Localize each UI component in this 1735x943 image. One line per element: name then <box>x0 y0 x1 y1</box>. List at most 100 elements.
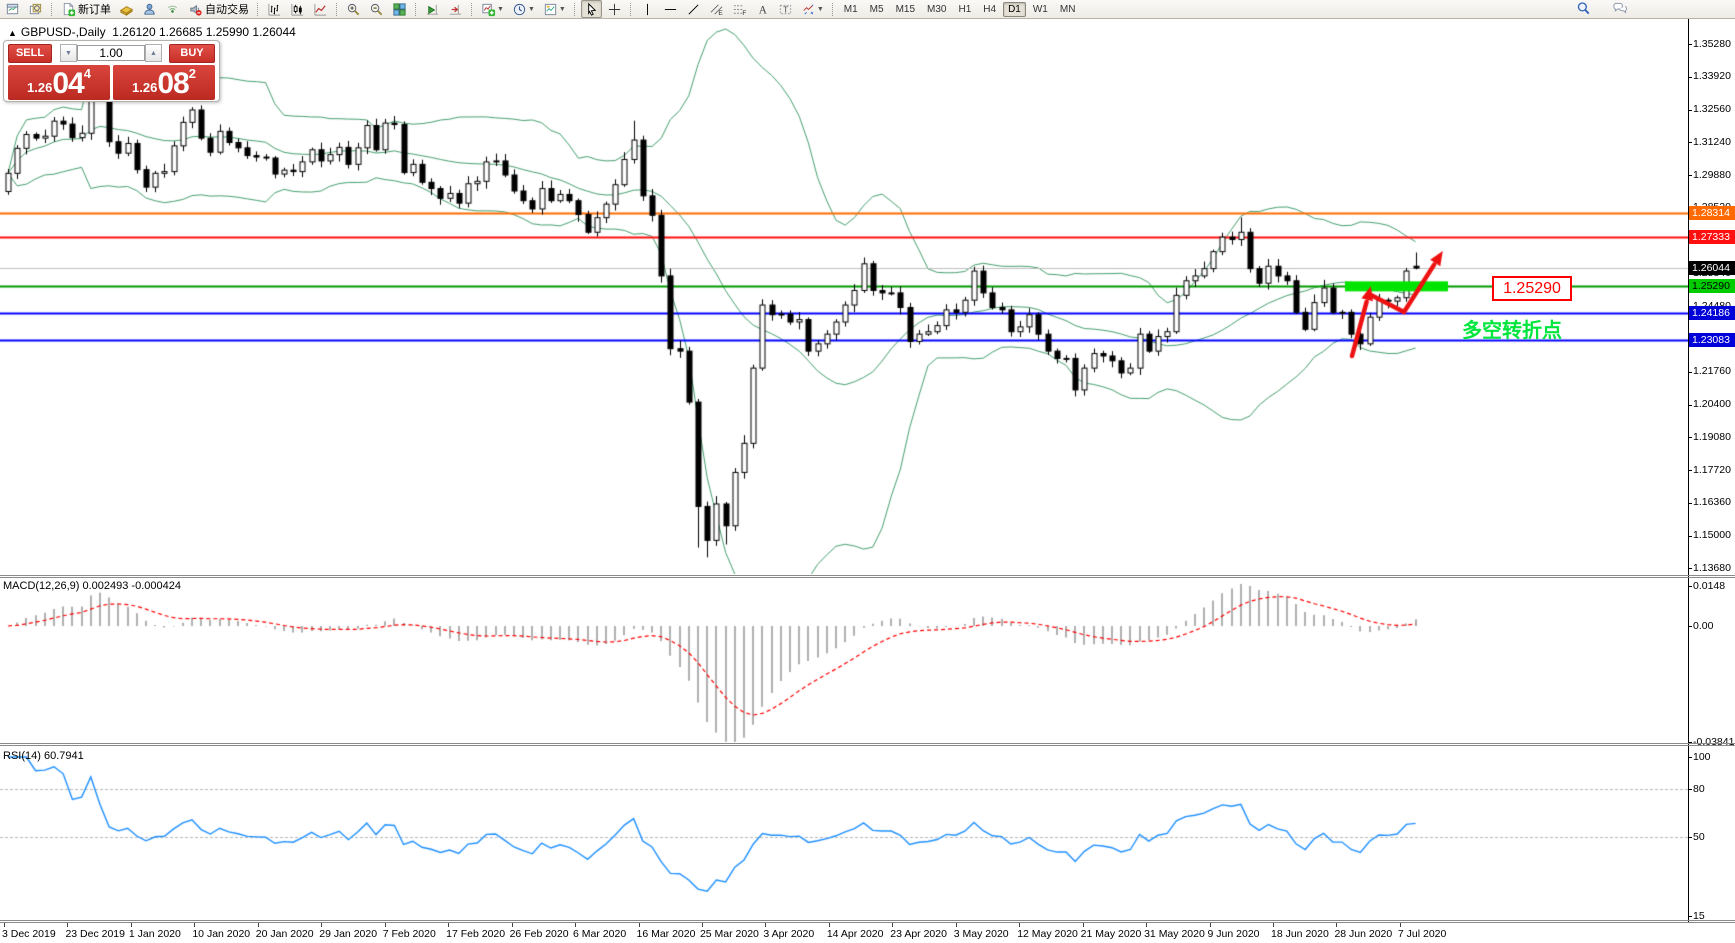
chat-button[interactable] <box>1609 0 1630 18</box>
algo-trading-icon <box>188 2 203 17</box>
objects-collapse-icon[interactable]: ▲ <box>8 28 17 38</box>
date-tick-label: 29 Jan 2020 <box>319 928 377 940</box>
periods-icon <box>512 2 527 17</box>
symbol-period-label: GBPUSD-,Daily <box>21 25 106 39</box>
horizontal-line-button[interactable] <box>660 0 681 18</box>
buy-price-panel[interactable]: 1.26082 <box>113 65 215 100</box>
sell-price-pip: 4 <box>84 67 91 80</box>
price-tick-label: 1.29880 <box>1693 169 1731 181</box>
panel-separator[interactable] <box>0 575 1735 576</box>
price-tick-label: 1.15000 <box>1693 529 1731 541</box>
candles-chart-button[interactable] <box>287 0 308 18</box>
new-chart-button[interactable] <box>2 0 23 18</box>
algo-trading-label: 自动交易 <box>205 1 249 17</box>
price-tick-mark <box>1688 470 1692 471</box>
cursor-button[interactable] <box>581 0 602 18</box>
date-tick-label: 7 Feb 2020 <box>383 928 436 940</box>
auto-scroll-button[interactable] <box>422 0 443 18</box>
date-tick-mark <box>702 923 703 927</box>
price-tick-mark <box>1688 77 1692 78</box>
date-tick-mark <box>258 923 259 927</box>
volume-input[interactable] <box>77 45 145 61</box>
signals-button[interactable] <box>162 0 183 18</box>
styler-button[interactable] <box>116 0 137 18</box>
rsi-tick-mark <box>1688 789 1692 790</box>
toolbar-separator <box>471 3 473 16</box>
panel-separator[interactable] <box>0 920 1735 921</box>
cursor-icon <box>584 2 599 17</box>
chevron-down-icon[interactable]: ▼ <box>497 6 504 13</box>
arrows-objects-button[interactable]: ▼ <box>798 0 827 18</box>
timeframe-w1-button[interactable]: W1 <box>1028 2 1053 17</box>
bars-chart-icon <box>267 2 282 17</box>
date-tick-mark <box>321 923 322 927</box>
date-tick-mark <box>512 923 513 927</box>
profiles-button[interactable] <box>25 0 46 18</box>
support-lower-price-badge: 1.23083 <box>1689 333 1735 347</box>
chevron-down-icon[interactable]: ▼ <box>528 6 535 13</box>
zoom-out-button[interactable] <box>366 0 387 18</box>
community-button[interactable] <box>139 0 160 18</box>
timeframe-m1-button[interactable]: M1 <box>839 2 863 17</box>
sell-button[interactable]: SELL <box>8 44 52 63</box>
vertical-line-button[interactable] <box>637 0 658 18</box>
chevron-down-icon[interactable]: ▼ <box>559 6 566 13</box>
pivot-price-badge: 1.25290 <box>1689 279 1735 293</box>
sell-price-panel[interactable]: 1.26044 <box>8 65 110 100</box>
timeframe-m5-button[interactable]: M5 <box>865 2 889 17</box>
macd-tick-mark <box>1688 586 1692 587</box>
timeframe-d1-button[interactable]: D1 <box>1003 2 1026 17</box>
date-tick-label: 14 Apr 2020 <box>827 928 884 940</box>
macd-values: 0.002493 -0.000424 <box>82 580 180 592</box>
date-tick-label: 6 Mar 2020 <box>573 928 626 940</box>
resistance-upper-price-badge: 1.28314 <box>1689 206 1735 220</box>
volume-up-button[interactable]: ▲ <box>145 44 162 62</box>
arrows-objects-icon <box>801 2 816 17</box>
volume-down-button[interactable]: ▼ <box>60 44 77 62</box>
fibonacci-button[interactable]: F <box>729 0 750 18</box>
buy-price-pip: 2 <box>189 67 196 80</box>
equidistant-channel-button[interactable]: E <box>706 0 727 18</box>
pivot-note-text[interactable]: 多空转折点 <box>1462 314 1562 343</box>
bars-chart-button[interactable] <box>264 0 285 18</box>
text-button[interactable]: A <box>752 0 773 18</box>
line-chart-button[interactable] <box>310 0 331 18</box>
date-tick-label: 16 Mar 2020 <box>637 928 696 940</box>
timeframe-h4-button[interactable]: H4 <box>978 2 1001 17</box>
new-order-icon <box>61 2 76 17</box>
date-tick-mark <box>639 923 640 927</box>
timeframe-m30-button[interactable]: M30 <box>922 2 951 17</box>
new-order-button[interactable]: 新订单 <box>58 0 114 18</box>
panel-separator[interactable] <box>0 745 1735 746</box>
price-tick-mark <box>1688 44 1692 45</box>
macd-indicator-label: MACD(12,26,9) 0.002493 -0.000424 <box>3 580 181 592</box>
indicators-button[interactable]: ▼ <box>478 0 507 18</box>
panel-separator[interactable] <box>0 922 1735 923</box>
date-tick-label: 31 May 2020 <box>1144 928 1205 940</box>
chart-shift-button[interactable] <box>445 0 466 18</box>
timeframe-m15-button[interactable]: M15 <box>891 2 920 17</box>
svg-text:A: A <box>759 4 768 16</box>
timeframe-mn-button[interactable]: MN <box>1055 2 1081 17</box>
algo-trading-button[interactable]: 自动交易 <box>185 0 252 18</box>
crosshair-button[interactable] <box>604 0 625 18</box>
timeframe-h1-button[interactable]: H1 <box>953 2 976 17</box>
panel-separator[interactable] <box>0 577 1735 578</box>
buy-button[interactable]: BUY <box>169 44 215 63</box>
templates-button[interactable]: ▼ <box>540 0 569 18</box>
zoom-in-button[interactable] <box>343 0 364 18</box>
date-tick-mark <box>575 923 576 927</box>
price-tick-label: 1.35280 <box>1693 38 1731 50</box>
text-label-button[interactable]: T <box>775 0 796 18</box>
search-button[interactable] <box>1573 0 1594 18</box>
chevron-down-icon[interactable]: ▼ <box>817 6 824 13</box>
vertical-line-icon <box>640 2 655 17</box>
periods-button[interactable]: ▼ <box>509 0 538 18</box>
date-tick-mark <box>1273 923 1274 927</box>
price-tag-label[interactable]: 1.25290 <box>1492 276 1572 301</box>
new-chart-icon <box>5 2 20 17</box>
price-chart-canvas[interactable] <box>0 0 1688 943</box>
tile-windows-button[interactable] <box>389 0 410 18</box>
panel-separator[interactable] <box>0 743 1735 744</box>
trend-line-button[interactable] <box>683 0 704 18</box>
